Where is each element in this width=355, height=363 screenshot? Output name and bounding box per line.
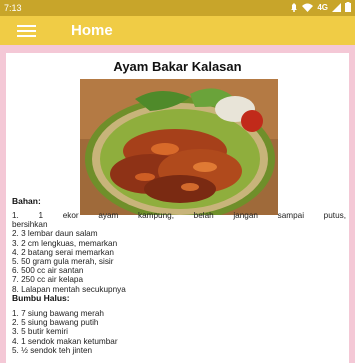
hamburger-menu-icon[interactable]	[17, 25, 36, 37]
list-item: 6. 500 cc air santan	[12, 266, 84, 276]
list-item: 4. 2 batang serai memarkan	[12, 247, 114, 257]
list-item: 1. 1 ekor ayam kampung, belah jangan sam…	[12, 211, 346, 220]
list-item: 1. 7 siung bawang merah	[12, 309, 104, 318]
list-item: 2. 5 siung bawang putih	[12, 318, 99, 328]
list-item: 3. 2 cm lengkuas, memarkan	[12, 238, 118, 248]
status-bar: 7:13 4G	[0, 0, 355, 16]
signal-icon	[332, 2, 341, 12]
bumbu-list: 1. 7 siung bawang merah 2. 5 siung bawan…	[12, 309, 346, 355]
bahan-heading: Bahan:	[12, 196, 41, 206]
app-bar-title: Home	[71, 22, 113, 39]
notification-icon	[291, 2, 298, 12]
bahan-list: 1. 1 ekor ayam kampung, belah jangan sam…	[12, 211, 346, 294]
status-icons: 4G	[290, 2, 351, 12]
recipe-title: Ayam Bakar Kalasan	[113, 59, 242, 74]
status-time: 7:13	[4, 3, 22, 13]
bumbu-heading: Bumbu Halus:	[12, 293, 70, 303]
recipe-card: Ayam Bakar Kalasan Bahan: 1. 1 ekor ayam…	[6, 53, 349, 363]
wifi-icon	[302, 3, 314, 12]
list-item: bersihkan	[12, 220, 48, 230]
list-item: 5. ½ sendok teh jinten	[12, 345, 93, 355]
list-item: 7. 250 cc air kelapa	[12, 275, 84, 285]
app-bar: Home	[0, 16, 355, 45]
list-item: 3. 5 butir kemiri	[12, 327, 68, 337]
recipe-photo	[80, 79, 278, 215]
battery-icon	[345, 2, 351, 12]
list-item: 5. 50 gram gula merah, sisir	[12, 257, 114, 267]
list-item: 2. 3 lembar daun salam	[12, 229, 98, 239]
network-type: 4G	[317, 2, 328, 12]
list-item: 4. 1 sendok makan ketumbar	[12, 336, 118, 346]
